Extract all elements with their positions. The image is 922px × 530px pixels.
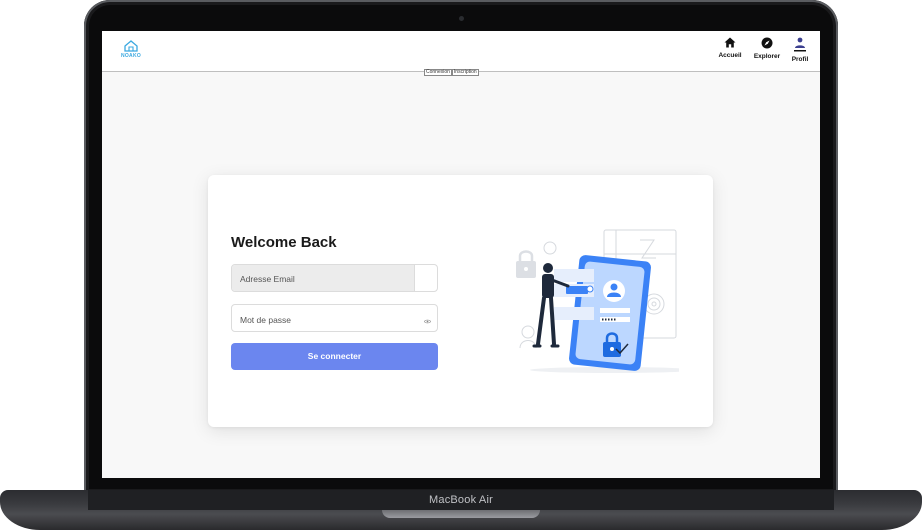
eye-icon[interactable] xyxy=(423,316,432,326)
nav-explorer-label: Explorer xyxy=(753,53,781,60)
nav-accueil-label: Accueil xyxy=(718,52,742,59)
webcam xyxy=(459,16,464,21)
compass-icon xyxy=(761,37,773,49)
logo-text: NOAKO xyxy=(120,53,142,59)
app-logo[interactable]: NOAKO xyxy=(119,40,143,62)
email-placeholder: Adresse Email xyxy=(240,274,295,284)
email-field[interactable]: Adresse Email xyxy=(231,264,438,292)
tab-inscription[interactable]: Inscription xyxy=(451,69,479,76)
nav-explorer[interactable]: Explorer xyxy=(752,37,782,60)
login-card: Welcome Back Adresse Email Mot de passe … xyxy=(208,175,713,427)
login-illustration xyxy=(504,224,679,374)
tab-connexion[interactable]: Connexion xyxy=(424,69,452,76)
user-icon xyxy=(794,37,806,52)
device-label: MacBook Air xyxy=(429,494,493,506)
password-placeholder: Mot de passe xyxy=(240,315,292,325)
login-button[interactable]: Se connecter xyxy=(231,343,438,370)
login-title: Welcome Back xyxy=(231,234,337,251)
password-field[interactable]: Mot de passe xyxy=(231,304,438,332)
screen: NOAKO Accueil Explorer Profil Connexion … xyxy=(102,31,820,478)
nav-profil-label: Profil xyxy=(791,56,809,63)
laptop-notch xyxy=(382,510,540,518)
app-header: NOAKO Accueil Explorer Profil xyxy=(102,31,820,72)
nav-accueil[interactable]: Accueil xyxy=(717,37,743,59)
home-icon xyxy=(724,37,736,48)
nav-profil[interactable]: Profil xyxy=(789,37,811,63)
auth-tabs: Connexion Inscription xyxy=(424,69,479,76)
logo-house-icon xyxy=(124,40,138,52)
